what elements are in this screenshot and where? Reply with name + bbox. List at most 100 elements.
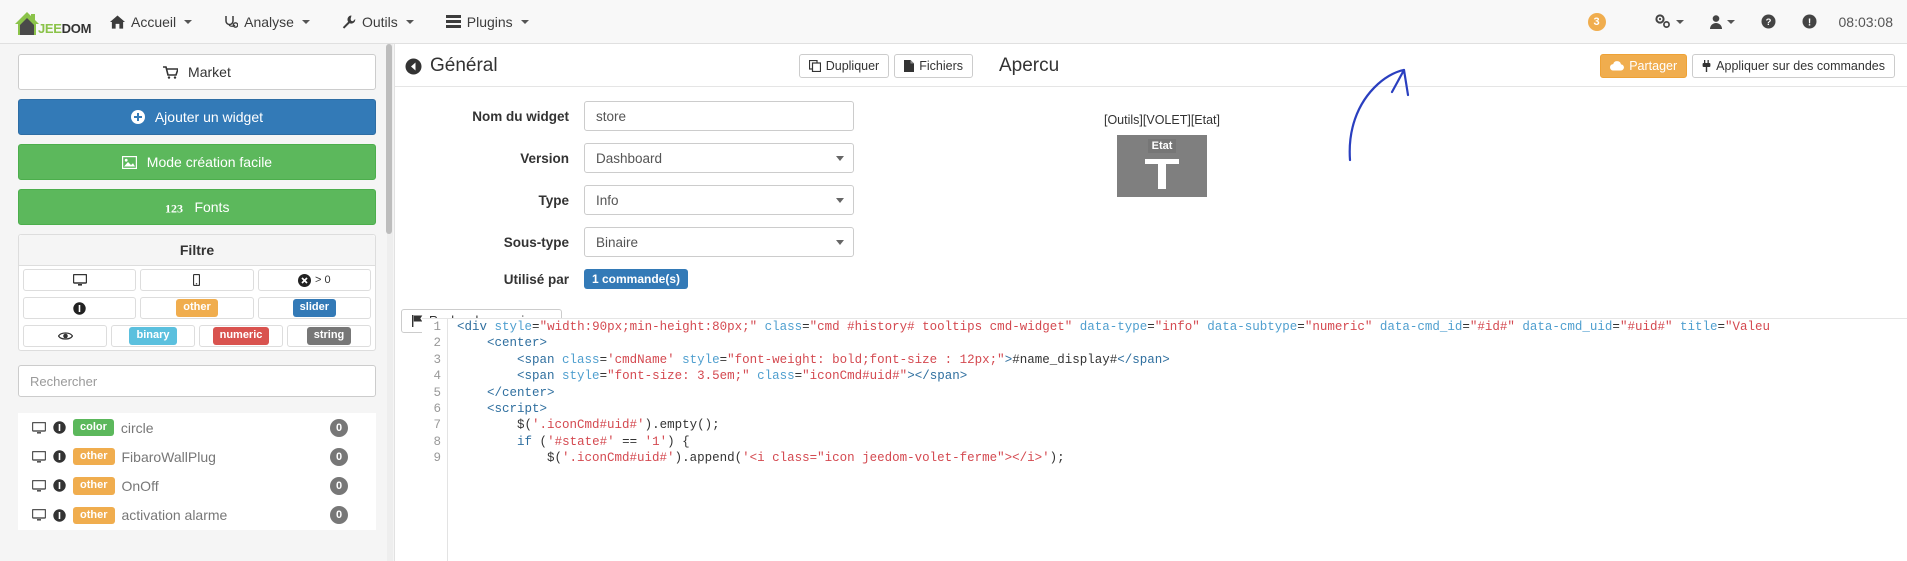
soustype-select[interactable]: Binaire [584,227,854,257]
desktop-icon [32,479,46,492]
exclamation-circle-icon[interactable]: ! [1790,0,1829,43]
nav-label: Plugins [466,13,513,30]
dupliquer-label: Dupliquer [825,59,880,73]
svg-text:123: 123 [165,202,183,216]
list-icon [445,15,461,28]
code-content[interactable]: <div style="width:90px;min-height:80px;"… [448,319,1907,561]
market-button[interactable]: Market [18,54,376,90]
utilise-par-label: Utilisé par [503,271,569,287]
chevron-down-icon [301,19,310,24]
fichiers-button[interactable]: Fichiers [894,54,973,78]
form-row-version: Version Dashboard [409,143,973,173]
version-select[interactable]: Dashboard [584,143,854,173]
brand-logo[interactable]: JEEDOM [0,0,91,43]
question-circle-icon[interactable]: ? [1749,0,1788,43]
svg-text:!: ! [1807,17,1810,28]
filter-desktop[interactable] [23,269,137,291]
widget-list: color circle 0 other FibaroWallPlug 0 ot… [18,413,376,530]
desktop-icon [72,274,87,286]
filter-row: binary numeric string [19,322,375,350]
mobile-icon [193,274,201,286]
sidebar-scrollbar-track[interactable] [386,44,393,561]
label-other: other [176,299,218,317]
plug-icon [1702,60,1711,72]
chevron-down-icon [1675,19,1684,24]
info-circle-icon [73,301,86,315]
widget-type-label: other [73,448,115,466]
info-circle-icon [53,421,66,434]
partager-button[interactable]: Partager [1600,54,1688,78]
desktop-icon [32,450,46,463]
desktop-icon [32,509,46,521]
apercu-title: Apercu [999,55,1060,76]
preview-tile[interactable]: Etat [1117,135,1207,197]
label-slider: slider [292,299,336,317]
times-circle-icon [298,273,312,287]
add-widget-button[interactable]: Ajouter un widget [18,99,376,135]
appliquer-commandes-button[interactable]: Appliquer sur des commandes [1692,54,1895,78]
appliquer-commandes-label: Appliquer sur des commandes [1716,59,1885,73]
list-item[interactable]: other OnOff 0 [18,471,376,500]
notification-badge[interactable]: 3 [1587,12,1606,31]
arrow-circle-left-icon[interactable] [405,58,422,75]
widget-name: FibaroWallPlug [121,448,216,465]
nav-label: Analyse [244,13,294,30]
label-binary: binary [129,327,177,345]
commandes-badge[interactable]: 1 commande(s) [584,269,689,289]
filter-info[interactable] [23,297,137,319]
info-circle-icon [53,508,66,522]
list-item[interactable]: color circle 0 [18,413,376,442]
list-item[interactable]: other FibaroWallPlug 0 [18,442,376,471]
chevron-down-icon [405,19,414,24]
nav-item-analyse[interactable]: Analyse [208,0,326,43]
filter-string[interactable]: string [287,325,371,347]
general-header: Général Dupliquer Fichiers [395,44,987,87]
info-circle-icon [53,450,66,463]
nav-item-plugins[interactable]: Plugins [430,0,545,43]
plus-circle-icon [130,109,149,125]
top-navbar: JEEDOM Accueil Analyse Outils Plugins 3 … [0,0,1907,44]
type-label: Type [538,192,569,208]
filter-other[interactable]: other [140,297,254,319]
nom-label: Nom du widget [472,108,569,124]
stethoscope-icon [224,15,239,29]
nav-item-accueil[interactable]: Accueil [94,0,208,43]
easy-mode-label: Mode création facile [146,154,273,170]
left-sidebar: Market Ajouter un widget Mode création f… [0,44,395,561]
filter-visible[interactable] [23,325,107,347]
search-input[interactable] [18,365,376,397]
widget-name: activation alarme [121,507,228,524]
widget-name-input[interactable]: store [584,101,854,131]
apercu-header-buttons: Partager Appliquer sur des commandes [1600,54,1895,78]
apercu-header: Apercu Partager Appliquer sur des comman… [987,44,1907,87]
filter-numeric[interactable]: numeric [199,325,283,347]
navbar-right: 3 ? ! 08:03:08 [1587,0,1893,43]
filter-count-gt-zero[interactable]: > 0 [257,269,371,291]
dupliquer-button[interactable]: Dupliquer [798,54,890,78]
filter-mobile[interactable] [140,269,254,291]
sidebar-scrollbar-thumb[interactable] [386,44,392,234]
chevron-down-icon [184,19,193,24]
chevron-down-icon [520,19,529,24]
filter-binary[interactable]: binary [111,325,195,347]
file-icon [904,60,915,72]
filter-row: other slider [19,294,375,322]
widget-name: circle [120,419,154,436]
user-icon[interactable] [1698,0,1747,43]
easy-mode-button[interactable]: Mode création facile [18,144,376,180]
font-123-icon: 123 [165,199,189,216]
nav-item-outils[interactable]: Outils [326,0,430,43]
main-navigation: Accueil Analyse Outils Plugins [94,0,545,43]
type-select[interactable]: Info [584,185,854,215]
fonts-button[interactable]: 123 Fonts [18,189,376,225]
list-item[interactable]: other activation alarme 0 [18,501,376,530]
filter-count-label: > 0 [315,274,331,286]
form-row-soustype: Sous-type Binaire [409,227,973,257]
label-string: string [306,327,352,345]
gears-icon[interactable] [1642,0,1696,43]
filter-slider[interactable]: slider [257,297,371,319]
code-editor[interactable]: 123456789 <div style="width:90px;min-hei… [422,318,1907,561]
cloud-icon [1610,61,1625,71]
widget-type-label: color [73,419,114,437]
soustype-label: Sous-type [503,234,569,250]
